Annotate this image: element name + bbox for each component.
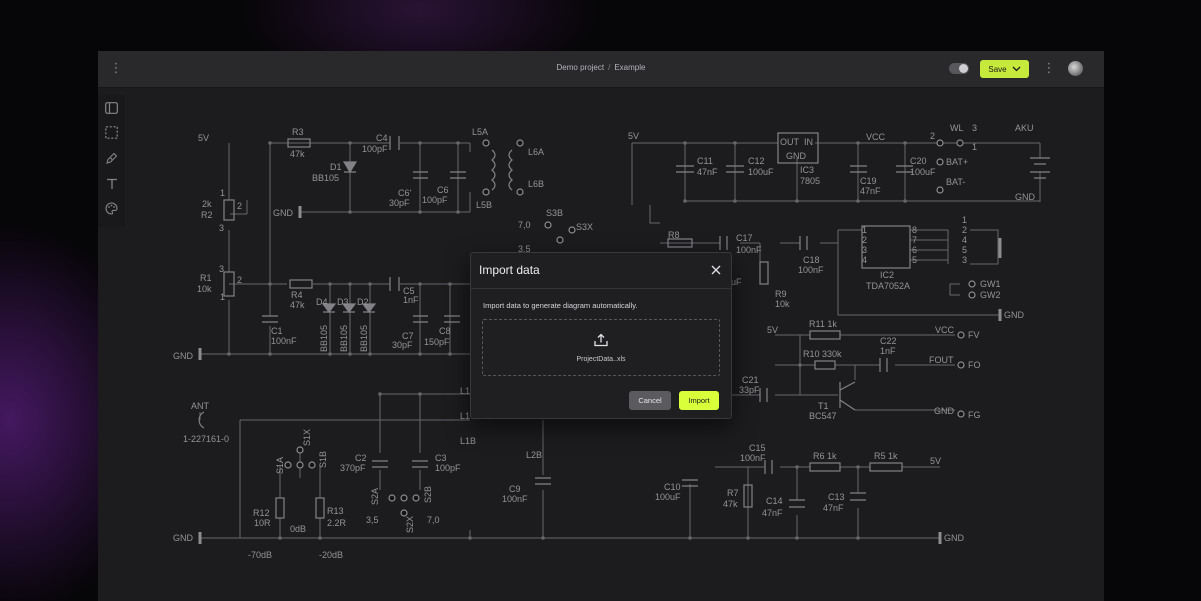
import-data-dialog: Import data Import data to generate diag… (470, 252, 732, 419)
file-name: ProjectData..xls (576, 356, 626, 363)
dialog-description: Import data to generate diagram automati… (483, 301, 638, 310)
dialog-title: Import data (479, 263, 540, 277)
close-icon[interactable] (709, 263, 723, 277)
cancel-button[interactable]: Cancel (629, 391, 671, 410)
import-button[interactable]: Import (679, 391, 719, 410)
file-dropzone[interactable]: ProjectData..xls (482, 319, 720, 376)
dialog-header: Import data (471, 253, 731, 289)
upload-icon (593, 332, 609, 348)
